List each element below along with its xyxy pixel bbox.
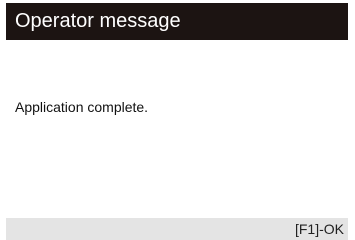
operator-message-screen: Operator message Application complete. [… [0,0,355,240]
title-bar: Operator message [6,3,348,40]
message-text: Application complete. [15,99,149,115]
softkey-bar: [F1]-OK [6,218,348,240]
ok-softkey-button[interactable]: [F1]-OK [295,218,344,240]
dialog-title: Operator message [15,10,181,32]
message-area: Application complete. [6,40,348,218]
